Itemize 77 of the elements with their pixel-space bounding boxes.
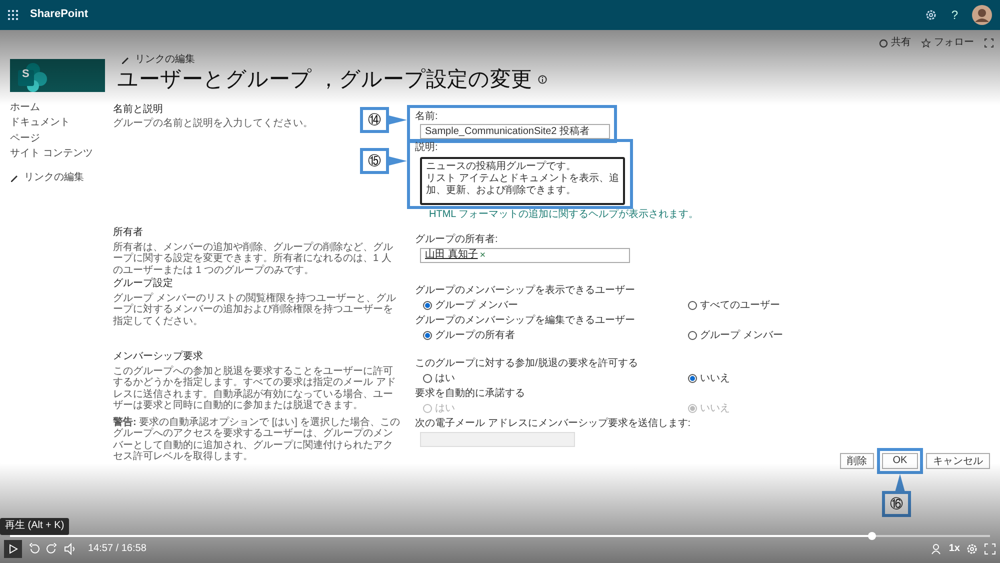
highlight-frame: [877, 448, 923, 474]
form-button[interactable]: キャンセル: [926, 452, 990, 469]
radio-button[interactable]: [423, 331, 432, 340]
radio-button[interactable]: [688, 301, 697, 310]
radio-label: グループの所有者: [435, 330, 515, 342]
help-button[interactable]: ?: [951, 8, 958, 22]
tooltip: 再生 (Alt + K): [0, 518, 70, 534]
ok-button[interactable]: OK: [882, 452, 918, 469]
section-title: 所有者: [113, 227, 144, 240]
text-field[interactable]: Sample_CommunicationSite2 投稿者: [420, 124, 610, 140]
radio-label: グループ メンバー: [435, 300, 518, 312]
star-icon[interactable]: [921, 38, 931, 48]
pencil-icon: [10, 172, 20, 183]
section-title: 名前と説明: [113, 104, 164, 116]
field-label: 次の電子メール アドレスにメンバーシップ要求を送信します:: [415, 418, 692, 431]
section-description: グループ メンバーのリストの閲覧権限を持つユーザーと、グループに対するメンバーの追加および削除権限を持つユーザーを指定してください。: [113, 292, 397, 328]
radio-button[interactable]: [423, 301, 432, 310]
radio-button[interactable]: [688, 374, 697, 384]
radio-label: いいえ: [700, 372, 730, 386]
section-title: メンバーシップ要求: [113, 351, 204, 364]
app-name[interactable]: SharePoint: [30, 8, 88, 22]
callout-label: ⑯: [882, 490, 911, 517]
avatar-icon[interactable]: [972, 5, 992, 25]
callout-label: ⑮: [360, 148, 389, 174]
warning-text: 警告: 要求の自動承認オプションで [はい] を選択した場合、このグループへのアクセスを要求するユーザーは、グループのメンバーとして自動的に追加され、グループに関連付けられたアクセス許可レベルを取得します。: [113, 416, 401, 463]
forward-icon[interactable]: [46, 543, 58, 555]
radio-button[interactable]: [423, 374, 432, 384]
radio-button[interactable]: [688, 331, 697, 340]
field-label: このグループに対する参加/脱退の要求を許可する: [415, 358, 639, 371]
callout-label: ⑭: [360, 106, 389, 133]
follow-link[interactable]: フォロー: [934, 36, 974, 50]
radio-label: すべてのユーザー: [700, 300, 780, 312]
remove-button[interactable]: ×: [480, 250, 486, 261]
edit-links-link[interactable]: リンクの編集: [24, 172, 84, 184]
section-description: グループの名前と説明を入力してください。: [113, 118, 313, 130]
nav-link[interactable]: ドキュメント: [10, 117, 105, 130]
play-icon[interactable]: [8, 544, 18, 554]
callout-pointer-icon: [895, 474, 905, 492]
radio-label: はい: [435, 372, 455, 386]
description-field[interactable]: ニュースの投稿用グループです。 リスト アイテムとドキュメントを表示、追加、更新、および削除できます。: [420, 156, 625, 205]
time-display: 14:57 / 16:58: [88, 542, 146, 556]
radio-label: グループ メンバー: [700, 330, 783, 342]
pencil-icon: [121, 55, 131, 66]
field-label: 説明:: [415, 142, 439, 155]
app-launcher-icon[interactable]: [8, 10, 18, 20]
field-label: 名前:: [415, 110, 439, 124]
field-label: グループの所有者:: [415, 234, 499, 247]
field-label: グループのメンバーシップを編集できるユーザー: [415, 315, 636, 328]
share-icon[interactable]: [879, 38, 888, 48]
info-icon: [538, 74, 547, 84]
person-icon[interactable]: [930, 543, 943, 555]
focus-mode-icon[interactable]: [984, 38, 994, 48]
section-description: 所有者は、メンバーの追加や削除、グループの削除など、グループに関する設定を変更できます。所有者になれるのは、1 人のユーザーまたは 1 つのグループのみです。: [113, 242, 394, 276]
form-button[interactable]: 削除: [840, 452, 874, 469]
speed-button[interactable]: 1x: [948, 542, 960, 556]
nav-link[interactable]: ホーム: [10, 102, 105, 114]
nav-link[interactable]: ページ: [10, 132, 105, 146]
section-description: このグループへの参加と脱退を要求することをユーザーに許可するかどうかを指定します。すべての要求は指定のメール アドレスに送信されます。自動承認が有効になっている場合、ユーザーは要求と同時に自動的に参加または脱退できます。: [113, 366, 397, 412]
settings-icon[interactable]: [925, 9, 938, 21]
field-label: グループのメンバーシップを表示できるユーザー: [415, 285, 636, 298]
share-link[interactable]: 共有: [891, 36, 911, 50]
nav-link[interactable]: サイト コンテンツ: [10, 148, 105, 161]
play-button[interactable]: [4, 540, 22, 558]
rewind-icon[interactable]: [28, 543, 40, 555]
page-title: ユーザーとグループ ，グループ設定の変更: [117, 66, 532, 92]
person-name: 山田 真知子: [425, 248, 478, 262]
radio-label: いいえ: [700, 402, 730, 416]
section-title: グループ設定: [113, 278, 174, 291]
field-label: 要求を自動的に承諾する: [415, 388, 526, 401]
radio-label: はい: [435, 402, 455, 416]
people-picker-field[interactable]: 山田 真知子 ×: [420, 248, 630, 263]
volume-icon[interactable]: [64, 543, 76, 555]
help-text: HTML フォーマットの追加に関するヘルプが表示されます。: [429, 208, 700, 222]
edit-links-link[interactable]: リンクの編集: [135, 54, 195, 66]
fullscreen-icon[interactable]: [984, 543, 996, 555]
site-logo: S: [10, 58, 105, 92]
progress-thumb[interactable]: [868, 532, 876, 540]
